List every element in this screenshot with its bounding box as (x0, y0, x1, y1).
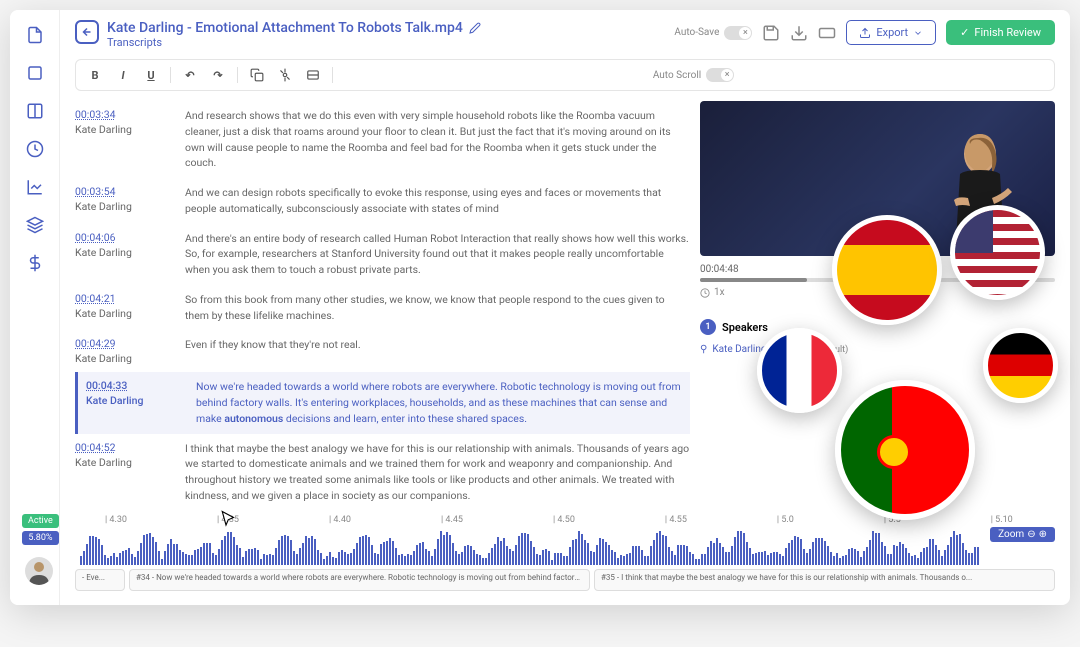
gauge-icon (700, 288, 710, 298)
timeline-tick: | 4.35 (217, 515, 239, 525)
redo-button[interactable]: ↷ (209, 66, 227, 84)
minus-icon[interactable]: ⊖ (1027, 529, 1035, 540)
timeline-clip[interactable]: #34 - Now we're headed towards a world w… (129, 569, 590, 591)
status-percent-badge: 5.80% (22, 531, 59, 545)
timeline-clip[interactable]: - Eve... (75, 569, 125, 591)
breadcrumb[interactable]: Transcripts (107, 36, 481, 49)
chevron-down-icon (913, 28, 923, 38)
row-text[interactable]: So from this book from many other studie… (185, 292, 690, 324)
row-timestamp[interactable]: 00:03:34 (75, 108, 155, 121)
editor-toolbar: B I U ↶ ↷ Auto Scroll (75, 59, 1055, 91)
row-text[interactable]: I think that maybe the best analogy we h… (185, 441, 690, 504)
timeline-tick: | 4.30 (105, 515, 127, 525)
transcript-row[interactable]: 00:03:34 Kate Darling And research shows t… (75, 101, 690, 178)
sidebar-file-icon[interactable] (25, 25, 45, 45)
copy-button[interactable] (248, 66, 266, 84)
row-speaker: Kate Darling (86, 394, 166, 407)
status-active-badge: Active (22, 514, 59, 528)
finish-review-button[interactable]: ✓ Finish Review (946, 20, 1055, 45)
row-speaker: Kate Darling (75, 456, 155, 469)
row-text[interactable]: Now we're headed towards a world where r… (196, 379, 690, 426)
transcript-row[interactable]: 00:04:06 Kate Darling And there's an entir… (75, 224, 690, 285)
sidebar-book-icon[interactable] (25, 63, 45, 83)
timeline-tick: | 4.50 (553, 515, 575, 525)
underline-button[interactable]: U (142, 66, 160, 84)
timeline-clips: - Eve...#34 - Now we're headed towards a… (75, 569, 1055, 591)
bold-button[interactable]: B (86, 66, 104, 84)
transcript-row[interactable]: 00:03:54 Kate Darling And we can design ro… (75, 178, 690, 224)
row-speaker: Kate Darling (75, 123, 155, 136)
row-timestamp[interactable]: 00:03:54 (75, 185, 155, 198)
zoom-control[interactable]: Zoom ⊖ ⊕ (990, 527, 1055, 542)
timeline-tick: | 4.55 (665, 515, 687, 525)
flag-usa (950, 205, 1045, 300)
flag-portugal (835, 380, 975, 520)
plus-icon[interactable]: ⊕ (1039, 529, 1047, 540)
timeline[interactable]: | 4.30 | 4.35 | 4.40 | 4.45 | 4.50 | 4.55 | 5.… (75, 515, 1055, 595)
file-title: Kate Darling - Emotional Attachment To R… (107, 20, 481, 36)
row-timestamp[interactable]: 00:04:52 (75, 441, 155, 454)
row-speaker: Kate Darling (75, 246, 155, 259)
row-text[interactable]: Even if they know that they're not real. (185, 337, 690, 365)
flag-france (757, 328, 842, 413)
status-badges: Active 5.80% (22, 514, 59, 545)
edit-title-icon[interactable] (469, 22, 481, 34)
row-speaker: Kate Darling (75, 352, 155, 365)
sidebar-clock-icon[interactable] (25, 139, 45, 159)
transcript-row[interactable]: 00:04:33 Kate Darling Now we're headed tow… (75, 372, 690, 433)
row-speaker: Kate Darling (75, 200, 155, 213)
user-avatar[interactable] (25, 557, 53, 585)
highlight-button[interactable] (276, 66, 294, 84)
row-speaker: Kate Darling (75, 307, 155, 320)
person-icon: ⚲ (700, 344, 707, 355)
transcript-row[interactable]: 00:04:52 Kate Darling I think that maybe t… (75, 434, 690, 511)
autoscroll-toggle[interactable]: Auto Scroll (653, 68, 734, 82)
keyboard-icon[interactable] (818, 24, 836, 42)
row-text[interactable]: And research shows that we do this even … (185, 108, 690, 171)
sidebar-chart-icon[interactable] (25, 177, 45, 197)
row-text[interactable]: And we can design robots specifically to… (185, 185, 690, 217)
download-icon[interactable] (790, 24, 808, 42)
flag-germany (983, 328, 1058, 403)
flag-spain (832, 215, 942, 325)
row-timestamp[interactable]: 00:04:29 (75, 337, 155, 350)
save-icon[interactable] (762, 24, 780, 42)
strike-button[interactable] (304, 66, 322, 84)
row-timestamp[interactable]: 00:04:33 (86, 379, 166, 392)
timeline-tick: | 4.40 (329, 515, 351, 525)
sidebar-layers-icon[interactable] (25, 215, 45, 235)
transcript-row[interactable]: 00:04:29 Kate Darling Even if they know th… (75, 330, 690, 372)
undo-button[interactable]: ↶ (181, 66, 199, 84)
timeline-clip[interactable]: #35 - I think that maybe the best analog… (594, 569, 1055, 591)
italic-button[interactable]: I (114, 66, 132, 84)
back-button[interactable] (75, 20, 99, 44)
transcript-row[interactable]: 00:04:21 Kate Darling So from this book fr… (75, 285, 690, 331)
row-text[interactable]: And there's an entire body of research c… (185, 231, 690, 278)
sidebar-dollar-icon[interactable] (25, 253, 45, 273)
header: Kate Darling - Emotional Attachment To R… (60, 10, 1070, 59)
row-timestamp[interactable]: 00:04:06 (75, 231, 155, 244)
row-timestamp[interactable]: 00:04:21 (75, 292, 155, 305)
timeline-tick: | 5.0 (777, 515, 794, 525)
transcript-list[interactable]: 00:03:34 Kate Darling And research shows t… (75, 101, 690, 510)
waveform[interactable] (75, 530, 1055, 565)
timeline-tick: | 4.45 (441, 515, 463, 525)
autosave-toggle[interactable]: Auto-Save (674, 26, 752, 40)
sidebar-columns-icon[interactable] (25, 101, 45, 121)
check-icon: ✓ (960, 26, 969, 39)
export-button[interactable]: Export (846, 20, 936, 45)
timeline-tick: | 5.10 (991, 515, 1013, 525)
